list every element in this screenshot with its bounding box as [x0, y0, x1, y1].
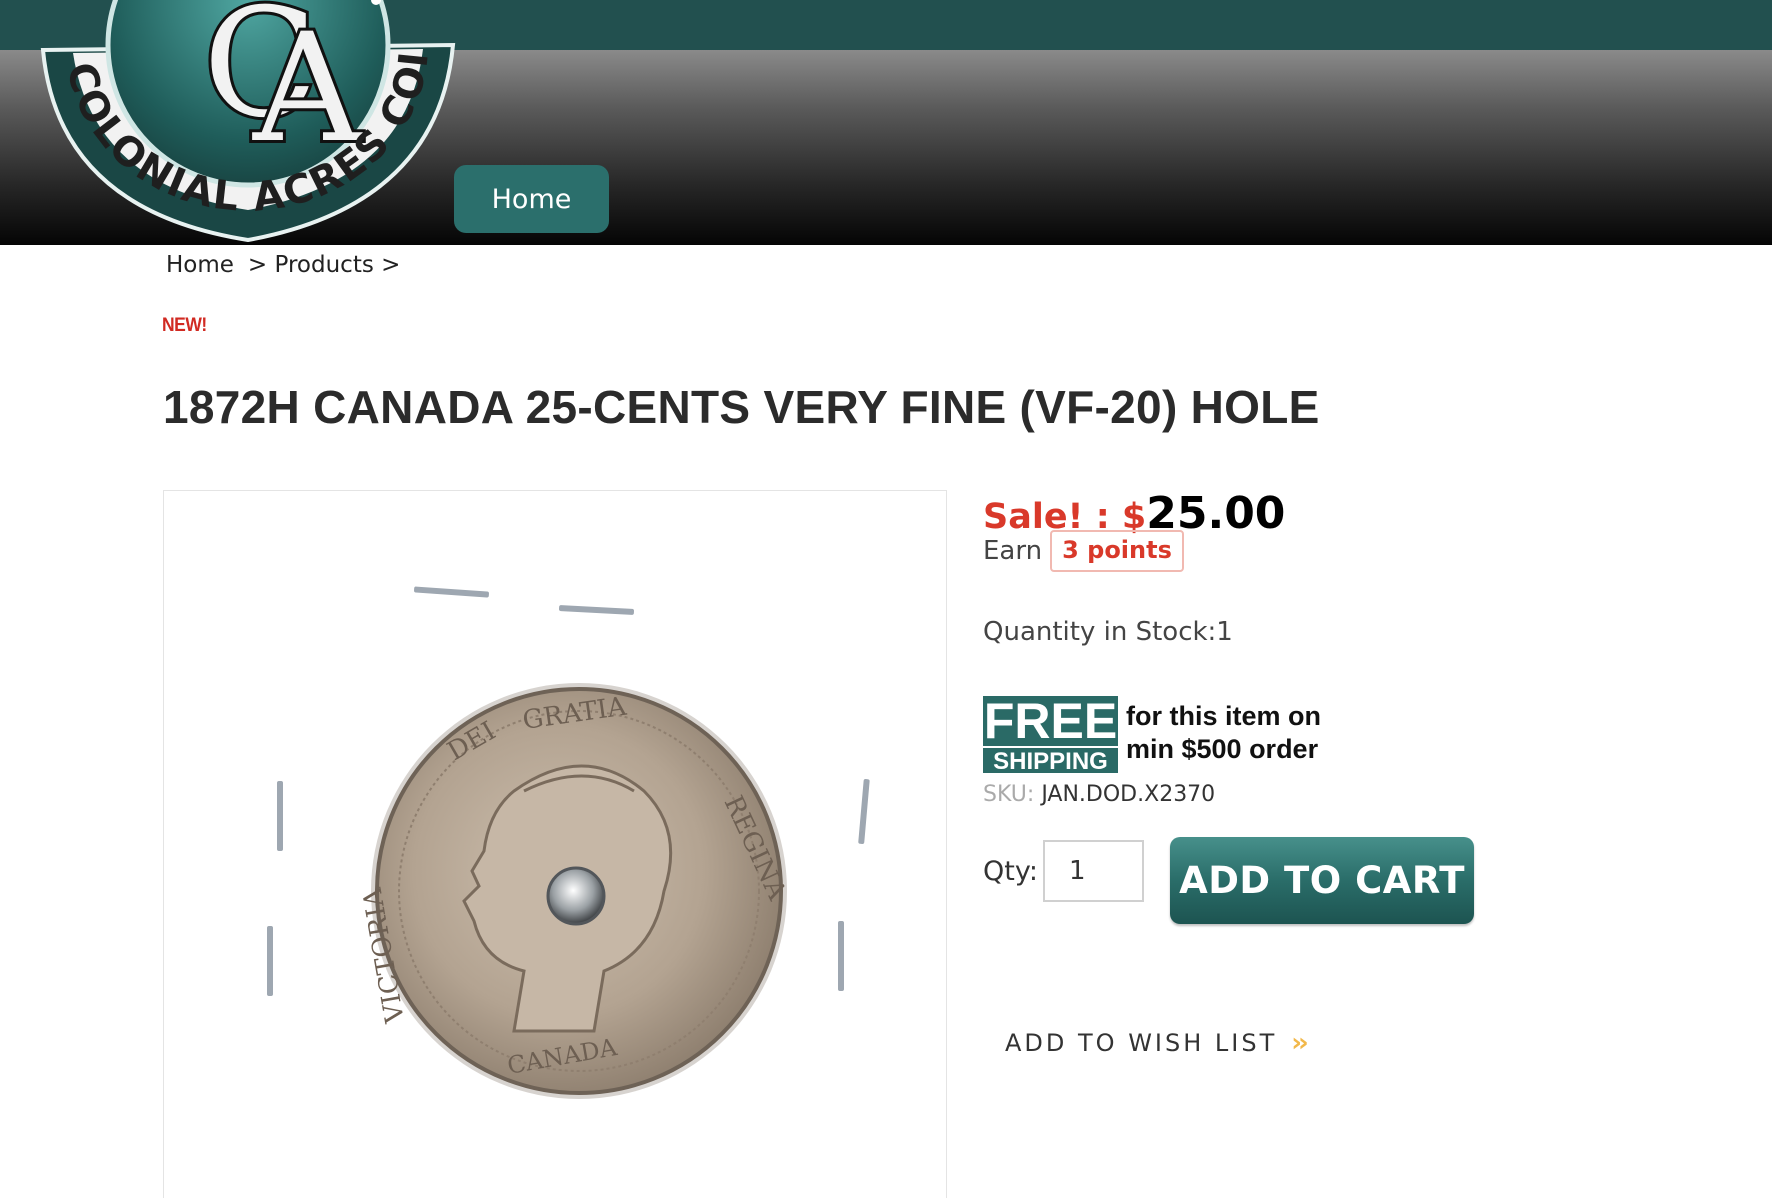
add-to-wishlist-link[interactable]: ADD TO WISH LIST ››: [1005, 1028, 1309, 1058]
breadcrumb: Home > Products >: [166, 252, 400, 278]
shipping-text: SHIPPING: [983, 745, 1118, 774]
earn-label: Earn: [983, 536, 1043, 566]
wishlist-label: ADD TO WISH LIST: [1005, 1029, 1278, 1057]
product-title: 1872H CANADA 25-CENTS VERY FINE (VF-20) …: [163, 381, 1320, 433]
site-logo[interactable]: C A COLONIAL ACRES COINS: [38, 0, 458, 250]
free-shipping-line2: min $500 order: [1126, 734, 1319, 764]
new-badge: NEW!: [162, 315, 207, 336]
free-shipping-line1: for this item on: [1126, 701, 1321, 731]
breadcrumb-products[interactable]: > Products >: [248, 252, 400, 278]
free-shipping-banner: FREE SHIPPING for this item on min $500 …: [983, 696, 1321, 773]
stock-quantity: Quantity in Stock:1: [983, 617, 1233, 647]
nav-home-button[interactable]: Home: [454, 165, 609, 233]
free-text: FREE: [983, 692, 1118, 749]
sku-value: JAN.DOD.X2370: [1041, 782, 1216, 807]
product-image[interactable]: DEI GRATIA REGINA VICTORIA CANADA: [163, 490, 947, 1198]
add-to-cart-button[interactable]: ADD TO CART: [1170, 837, 1474, 924]
breadcrumb-home[interactable]: Home: [166, 252, 234, 278]
sku: SKU: JAN.DOD.X2370: [983, 782, 1215, 807]
free-shipping-text: for this item on min $500 order: [1126, 696, 1321, 766]
quantity-input[interactable]: [1043, 840, 1144, 902]
free-shipping-badge: FREE SHIPPING: [983, 696, 1118, 773]
reward-points: Earn 3 points: [983, 530, 1184, 572]
points-badge: 3 points: [1050, 530, 1184, 572]
coin-photo: DEI GRATIA REGINA VICTORIA CANADA: [267, 586, 870, 1099]
sku-label: SKU:: [983, 782, 1035, 807]
double-chevron-right-icon: ››: [1291, 1028, 1309, 1058]
qty-label: Qty:: [983, 856, 1038, 887]
